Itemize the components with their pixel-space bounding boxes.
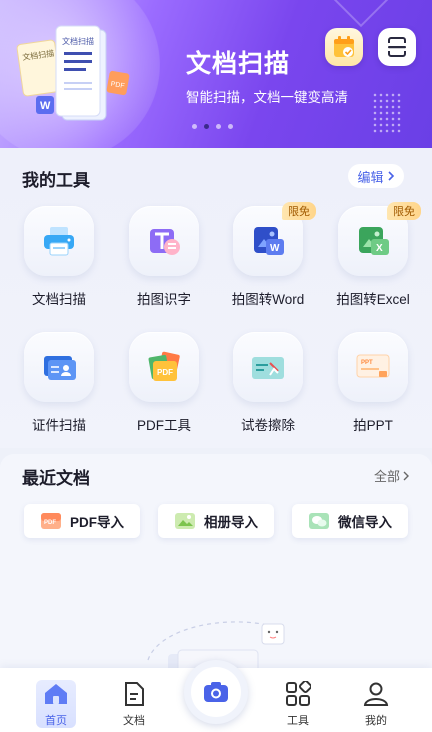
nav-tab-documents[interactable]: 文档 [106, 668, 162, 732]
tool-icon-wrapper: PPT [338, 332, 408, 402]
tool-label: 拍图转Word [231, 292, 305, 307]
album-import-icon [175, 513, 195, 529]
tool-photo-ppt[interactable]: PPT 拍PPT [321, 332, 425, 452]
my-tools-title: 我的工具 [22, 171, 90, 190]
recent-docs-title: 最近文档 [22, 469, 90, 488]
camera-button-inner [191, 667, 241, 717]
album-import-button[interactable]: 相册导入 [158, 504, 274, 538]
home-icon [45, 684, 67, 704]
nav-tab-tools[interactable]: 工具 [270, 668, 326, 732]
camera-icon [204, 682, 228, 702]
excel-icon: X [359, 227, 389, 255]
tool-icon-wrapper: PDF [129, 332, 199, 402]
limited-free-badge: 限免 [282, 202, 316, 220]
nav-label: 首页 [45, 715, 67, 727]
text-recognition-icon [150, 229, 180, 255]
id-card-icon [44, 356, 76, 380]
document-scan-illustration: 文档扫描 文档扫描 PDF W [16, 25, 130, 121]
svg-text:PPT: PPT [361, 360, 373, 366]
nav-label: 我的 [365, 715, 387, 727]
tool-photo-to-excel[interactable]: X 限免 拍图转Excel [321, 202, 425, 326]
tool-text-recognition[interactable]: 拍图识字 [112, 206, 216, 326]
svg-text:W: W [270, 243, 280, 254]
tool-label: 拍PPT [353, 418, 393, 433]
nav-label: 工具 [287, 715, 309, 727]
tool-label: 拍图转Excel [336, 292, 410, 307]
illus-text-2: 文档扫描 [62, 36, 94, 46]
my-tools-section: 我的工具 编辑 文档扫描 拍图识字 W 限免 拍图转Word X 限免 拍图转E… [0, 148, 432, 448]
tool-icon-wrapper [24, 332, 94, 402]
tool-label: 试卷擦除 [241, 418, 295, 433]
wechat-import-label: 微信导入 [338, 515, 392, 530]
tools-icon [286, 681, 311, 706]
tool-pdf-tools[interactable]: PDF PDF工具 [112, 332, 216, 452]
svg-text:PDF: PDF [44, 520, 56, 526]
carousel-indicator [192, 124, 233, 129]
carousel-dot-active [204, 124, 209, 129]
camera-scan-button[interactable] [184, 660, 248, 724]
view-all-label: 全部 [374, 469, 401, 484]
tool-photo-to-word[interactable]: W 限免 拍图转Word [216, 202, 320, 326]
view-all-link[interactable]: 全部 [374, 466, 410, 485]
nav-label: 文档 [123, 715, 145, 727]
tool-label: 证件扫描 [32, 418, 86, 433]
edit-label: 编辑 [357, 169, 384, 185]
carousel-dot [216, 124, 221, 129]
calendar-task-button[interactable] [325, 28, 363, 66]
word-icon: W [254, 227, 284, 255]
tool-exam-erase[interactable]: 试卷擦除 [216, 332, 320, 452]
tool-label: 文档扫描 [32, 292, 86, 307]
profile-icon [363, 682, 389, 706]
banner-title: 文档扫描 [186, 50, 291, 78]
tool-label: PDF工具 [137, 418, 191, 433]
nav-tab-profile[interactable]: 我的 [348, 668, 404, 732]
document-icon [125, 682, 144, 706]
pdf-import-button[interactable]: PDF PDF导入 [24, 504, 140, 538]
nav-icon-wrapper [362, 680, 390, 708]
exam-erase-icon [252, 357, 284, 379]
scan-menu-button[interactable] [378, 28, 416, 66]
wechat-import-icon [309, 513, 329, 529]
wechat-import-button[interactable]: 微信导入 [292, 504, 408, 538]
printer-icon [44, 227, 74, 256]
carousel-dot [192, 124, 197, 129]
tool-label: 拍图识字 [137, 292, 191, 307]
pdf-icon: PDF [148, 351, 180, 381]
limited-free-badge: 限免 [387, 202, 421, 220]
tool-id-scan[interactable]: 证件扫描 [7, 332, 111, 452]
tool-icon-wrapper [233, 332, 303, 402]
promo-banner[interactable]: 文档扫描 文档扫描 PDF W 文档扫描 智能扫描，文档一键变高清 [0, 0, 432, 148]
album-import-label: 相册导入 [204, 515, 258, 530]
tool-icon-wrapper [24, 206, 94, 276]
scan-frame-icon [388, 37, 406, 57]
decorative-dot-grid [372, 92, 402, 134]
nav-icon-wrapper [284, 680, 312, 708]
chevron-right-icon [403, 471, 410, 480]
pdf-import-icon: PDF [41, 513, 61, 529]
illus-text-w: W [40, 100, 51, 112]
tool-icon-wrapper [129, 206, 199, 276]
nav-icon-wrapper [42, 680, 70, 708]
svg-text:X: X [376, 243, 383, 254]
nav-icon-wrapper [120, 680, 148, 708]
svg-text:PDF: PDF [157, 368, 173, 377]
calendar-check-icon [334, 36, 354, 57]
banner-subtitle: 智能扫描，文档一键变高清 [186, 90, 348, 105]
nav-tab-home[interactable]: 首页 [28, 668, 84, 732]
pdf-import-label: PDF导入 [70, 515, 124, 530]
decorative-diamond [322, 0, 400, 28]
tool-document-scan[interactable]: 文档扫描 [7, 206, 111, 326]
chevron-right-icon [387, 171, 394, 181]
edit-tools-button[interactable]: 编辑 [348, 164, 404, 188]
ppt-icon: PPT [356, 354, 390, 378]
carousel-dot [228, 124, 233, 129]
